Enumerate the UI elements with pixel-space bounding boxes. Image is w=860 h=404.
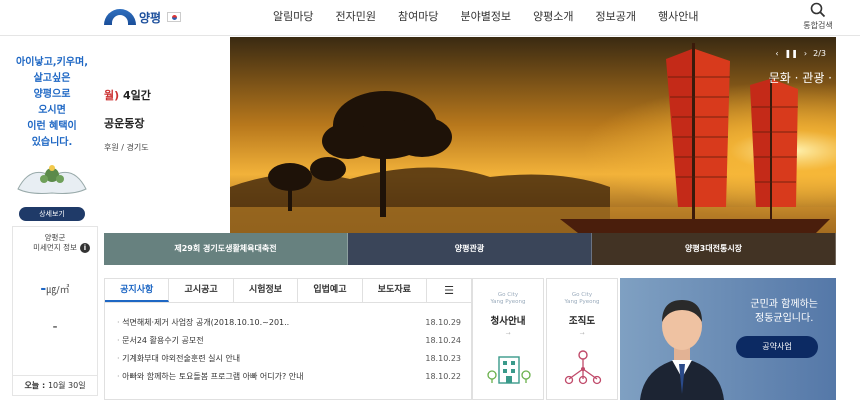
building-icon	[487, 356, 531, 384]
info-icon[interactable]: i	[80, 243, 90, 253]
tile-subtitle: Go City Yang Pyeong	[473, 292, 543, 306]
notice-title[interactable]: 석면해체·제거 사업장 공개(2018.10.10.~201..	[117, 314, 289, 332]
org-chart-icon	[564, 350, 602, 385]
list-item: 아빠와 함께하는 토요돌봄 프로그램 아빠 어디가? 안내 18.10.22	[117, 368, 461, 386]
promo-text: 아이낳고,키우며, 살고싶은 양평으로 오시면 이런 혜택이 있습니다.	[16, 57, 88, 148]
main-nav: 알림마당 전자민원 참여마당 분야별정보 양평소개 정보공개 행사안내	[262, 0, 710, 36]
search-icon	[810, 2, 826, 18]
dust-title: 양평군 미세먼지 정보 i	[13, 227, 97, 253]
slide-date-text: 월) 4일간	[104, 87, 151, 103]
tile-sub-line1: Go City	[571, 292, 593, 298]
search-button[interactable]: 통합검색	[798, 2, 838, 34]
logo-text: 양평	[139, 10, 162, 25]
sunset-ship-image	[230, 37, 836, 233]
slide-date-red: 월)	[104, 89, 120, 102]
nav-item-events[interactable]: 행사안내	[647, 0, 709, 36]
tile-title: 조직도	[568, 316, 596, 327]
slider-controls: ‹ ❚❚ › 2/3	[775, 49, 826, 58]
tile-sub-line1: Go City	[497, 292, 519, 298]
site-header: 양평 알림마당 전자민원 참여마당 분야별정보 양평소개 정보공개 행사안내 통…	[0, 0, 860, 36]
arrow-icon: →	[505, 330, 511, 337]
org-chart-tile[interactable]: Go City Yang Pyeong 조직도 →	[546, 278, 618, 400]
more-menu-icon[interactable]: ☰	[427, 279, 471, 302]
mayor-portrait	[640, 300, 724, 400]
slider-tab-traditional-market[interactable]: 양평3대전통시장	[592, 233, 836, 265]
site-logo[interactable]: 양평	[104, 6, 182, 28]
tile-title: 청사안내	[490, 316, 526, 327]
notice-list: 석면해체·제거 사업장 공개(2018.10.10.~201.. 18.10.2…	[105, 303, 471, 386]
tab-legislation[interactable]: 입법예고	[298, 279, 363, 302]
list-item: 문서24 활용수기 공모전 18.10.24	[117, 332, 461, 350]
korean-flag-icon	[167, 12, 182, 22]
slider-pause-icon[interactable]: ❚❚	[785, 49, 798, 58]
dust-title-region: 양평군	[44, 233, 66, 242]
nav-item-notice[interactable]: 알림마당	[262, 0, 324, 36]
nav-item-civil[interactable]: 전자민원	[324, 0, 386, 36]
search-label: 통합검색	[803, 21, 833, 30]
date-value: 10월 30일	[47, 381, 86, 390]
tab-exam-info[interactable]: 시험정보	[234, 279, 299, 302]
notice-date: 18.10.24	[425, 336, 461, 345]
slider-tab-sports-festival[interactable]: 제29회 경기도생활체육대축전	[104, 233, 348, 265]
logo-emblem-icon	[104, 9, 136, 25]
notice-date: 18.10.23	[425, 354, 461, 363]
slide-date-rest: 4일간	[119, 89, 151, 102]
promo-details-button[interactable]: 상세보기	[19, 207, 85, 221]
pledge-button[interactable]: 공약사업	[736, 336, 818, 358]
notice-date: 18.10.29	[425, 318, 461, 327]
hero-slider: 월) 4일간 공운동장 후원 / 경기도 ‹ ❚❚ › 2/3 문화 · 관광 …	[104, 37, 836, 265]
dust-unit: ㎍/㎥	[46, 285, 70, 296]
slide-venue-text: 공운동장	[104, 117, 145, 130]
dust-level: -	[52, 319, 58, 335]
nav-item-disclosure[interactable]: 정보공개	[585, 0, 647, 36]
tile-sub-line2: Yang Pyeong	[490, 299, 526, 305]
list-item: 석면해체·제거 사업장 공개(2018.10.10.~201.. 18.10.2…	[117, 314, 461, 332]
arrow-icon: →	[579, 330, 585, 337]
dust-value: -㎍/㎥	[13, 281, 97, 297]
slider-tabs: 제29회 경기도생활체육대축전 양평관광 양평3대전통시장	[104, 233, 836, 265]
slider-prev-icon[interactable]: ‹	[775, 49, 778, 58]
slider-next-icon[interactable]: ›	[804, 49, 807, 58]
date-prefix: 오늘 :	[24, 381, 48, 390]
slide-caption: 문화 · 관광 ·	[768, 71, 832, 85]
notice-title[interactable]: 아빠와 함께하는 토요돌봄 프로그램 아빠 어디가? 안내	[117, 368, 303, 386]
tab-press[interactable]: 보도자료	[363, 279, 428, 302]
nav-item-field-info[interactable]: 분야별정보	[449, 0, 522, 36]
nav-item-about[interactable]: 양평소개	[522, 0, 584, 36]
today-date: 오늘 : 10월 30일	[13, 375, 97, 391]
notice-title[interactable]: 문서24 활용수기 공모전	[117, 332, 204, 350]
slider-tab-tourism[interactable]: 양평관광	[348, 233, 592, 265]
list-item: 기계화부대 야외전술훈련 실시 안내 18.10.23	[117, 350, 461, 368]
tile-subtitle: Go City Yang Pyeong	[547, 292, 617, 306]
slider-page-indicator: 2/3	[813, 49, 826, 58]
nav-item-participation[interactable]: 참여마당	[387, 0, 449, 36]
mayor-banner: 군민과 함께하는 정동균입니다. 공약사업	[620, 278, 836, 400]
mayor-message: 군민과 함께하는 정동균입니다.	[750, 299, 818, 324]
tab-public-notices[interactable]: 고시공고	[169, 279, 234, 302]
office-guide-tile[interactable]: Go City Yang Pyeong 청사안내 →	[472, 278, 544, 400]
tab-notices[interactable]: 공지사항	[105, 279, 170, 302]
notice-title[interactable]: 기계화부대 야외전술훈련 실시 안내	[117, 350, 240, 368]
board-tabs: 공지사항 고시공고 시험정보 입법예고 보도자료 ☰	[105, 279, 471, 303]
fine-dust-widget: 양평군 미세먼지 정보 i -㎍/㎥ - 오늘 : 10월 30일	[12, 226, 98, 396]
hands-illustration-icon	[17, 165, 87, 194]
childcare-promo: 아이낳고,키우며, 살고싶은 양평으로 오시면 이런 혜택이 있습니다. 상세보…	[0, 37, 104, 223]
notice-date: 18.10.22	[425, 372, 461, 381]
slide-sponsor-text: 후원 / 경기도	[104, 143, 149, 152]
previous-slide-peek[interactable]: 월) 4일간 공운동장 후원 / 경기도	[104, 37, 230, 233]
notice-board: 공지사항 고시공고 시험정보 입법예고 보도자료 ☰ 석면해체·제거 사업장 공…	[104, 278, 472, 400]
tile-sub-line2: Yang Pyeong	[564, 299, 600, 305]
